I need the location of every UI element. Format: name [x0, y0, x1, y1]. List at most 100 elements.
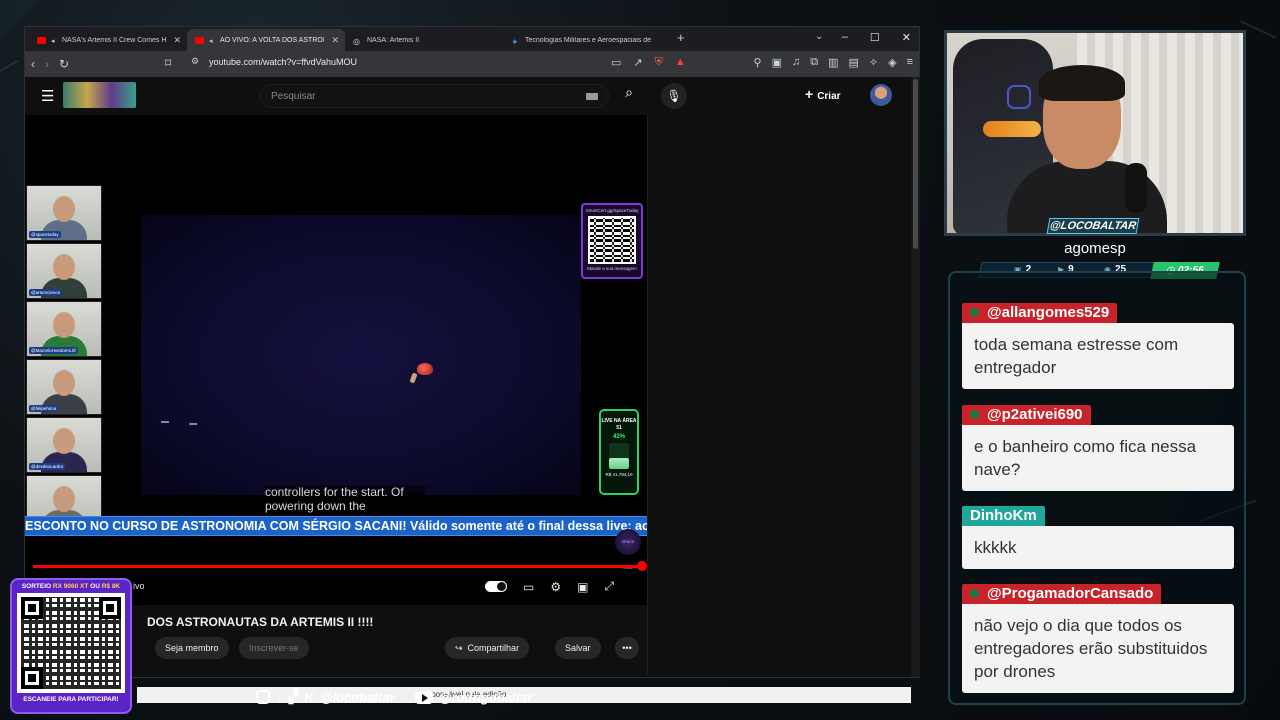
guest-head	[53, 196, 75, 222]
autoplay-toggle[interactable]	[485, 581, 507, 592]
vpn-icon[interactable]: ◈	[888, 56, 896, 69]
chat-message: @allangomes529 toda semana estresse com e…	[962, 303, 1234, 389]
video-player[interactable]: @spacetoday @arturscience @MarceloHoedoms.…	[25, 115, 647, 605]
reload-icon[interactable]: ↻	[59, 57, 69, 71]
tab-ao-vivo[interactable]: ◂ AO VIVO: A VOLTA DOS ASTRONAUTAS ✕	[187, 29, 345, 51]
back-icon[interactable]: ‹	[31, 57, 35, 71]
tab-nasa-artemis[interactable]: ◎ NASA: Artemis II	[345, 29, 503, 51]
star-dot	[161, 421, 169, 423]
theater-icon[interactable]: ▣	[577, 580, 588, 594]
rewards-icon[interactable]: ▲	[675, 56, 686, 69]
streamer-webcam	[944, 30, 1246, 236]
tiktok-icon: ♪	[276, 689, 283, 705]
new-tab-button[interactable]: +	[677, 30, 685, 45]
search-icon[interactable]: ⌕	[613, 84, 645, 108]
chevron-down-icon[interactable]: ⌄	[815, 31, 823, 42]
music-icon[interactable]: ♫	[792, 56, 800, 69]
settings-icon[interactable]: ⚙	[550, 580, 561, 594]
screen-icon[interactable]: ▭	[611, 56, 621, 69]
giveaway-title: SORTEIO RX 9060 XT OU R$ 8K	[12, 583, 130, 590]
giveaway-prize-2: R$ 8K	[101, 583, 121, 590]
qr-finder	[21, 667, 43, 689]
chat-message-text: kkkkk	[962, 526, 1234, 569]
badge-icon	[970, 589, 979, 598]
video-caption: controllers for the start. Of powering d…	[265, 485, 425, 513]
fullscreen-icon[interactable]: ⤢	[604, 579, 614, 594]
chat-username-text: @allangomes529	[987, 304, 1110, 321]
space-scene	[141, 215, 581, 495]
giveaway-promo: SORTEIO RX 9060 XT OU R$ 8K ESCANEIE PAR…	[10, 578, 132, 714]
close-icon[interactable]: ✕	[331, 35, 339, 46]
hamburger-icon[interactable]: ☰	[41, 87, 54, 105]
progress-bar[interactable]	[33, 561, 647, 571]
brave-shield-icon[interactable]: ⛨	[655, 56, 663, 69]
search-placeholder: Pesquisar	[271, 91, 316, 102]
guest-head	[53, 312, 75, 338]
progress-knob[interactable]	[637, 561, 647, 571]
share-button[interactable]: ↪ Compartilhar	[445, 637, 530, 659]
url-field[interactable]: youtube.com/watch?v=ffvdVahuMOU	[209, 57, 357, 67]
close-icon[interactable]: ✕	[173, 35, 181, 46]
keyboard-icon[interactable]	[586, 93, 598, 100]
chat-message: DinhoKm kkkkk	[962, 506, 1234, 569]
close-window-button[interactable]: ✕	[902, 31, 911, 44]
youtube-icon	[414, 690, 433, 704]
tab-label: NASA's Artemis II Crew Comes Home	[62, 36, 166, 44]
live-meter-bar	[609, 443, 629, 469]
minimize-button[interactable]: –	[842, 31, 848, 44]
instagram-icon	[256, 690, 270, 704]
maximize-button[interactable]: ☐	[870, 31, 880, 44]
chair-logo	[1007, 85, 1031, 109]
channel-logo[interactable]	[63, 82, 136, 108]
menu-icon[interactable]: ≡	[907, 56, 913, 69]
search-input[interactable]: Pesquisar	[259, 84, 609, 108]
guest-cam: @spacetoday	[26, 185, 102, 241]
social-handle-1: @locobaltar	[319, 689, 395, 705]
bookmark-icon[interactable]: ⌑	[165, 56, 171, 70]
scrollbar[interactable]	[911, 77, 920, 677]
guest-name-tag: @felipehima	[29, 405, 59, 412]
qr-panel-footer: Mande a sua mensagem	[587, 266, 637, 271]
guest-cam: @felipehima	[26, 359, 102, 415]
extensions-bar: ⚲ ▣ ♫ ⧉ ▥ ▤ ✧ ◈ ≡	[754, 56, 914, 69]
streamer-subtitle: agomesp	[1064, 240, 1126, 257]
avatar[interactable]	[870, 84, 892, 106]
sidebar-icon[interactable]: ▥	[828, 56, 838, 69]
save-button[interactable]: Salvar	[555, 637, 601, 659]
create-button[interactable]: + Criar	[805, 86, 841, 102]
subscribe-button[interactable]: Inscrever-se	[239, 637, 309, 659]
wallet-icon[interactable]: ▤	[848, 56, 858, 69]
chat-username: DinhoKm	[962, 506, 1045, 526]
scroll-thumb[interactable]	[913, 79, 918, 249]
tab-search-icon[interactable]: ▣	[772, 56, 782, 69]
chat-panel: @allangomes529 toda semana estresse com e…	[948, 271, 1246, 705]
window-controls: – ☐ ✕	[842, 31, 911, 44]
share-icon[interactable]: ↗	[633, 56, 642, 69]
share-icon: ↪	[455, 643, 463, 653]
more-icon[interactable]: •••	[615, 637, 639, 659]
guest-cams: @spacetoday @arturscience @MarceloHoedoms.…	[26, 185, 102, 533]
live-meter-value: R$ 41.794,10	[605, 472, 633, 477]
tab-nasa-crew[interactable]: ◂ NASA's Artemis II Crew Comes Home ✕	[29, 29, 187, 51]
streamer-handle: @LOCOBALTAR	[1046, 218, 1140, 234]
copy-icon[interactable]: ⧉	[810, 56, 818, 69]
live-meter: LIVE NA ÁREA 51 42% R$ 41.794,10	[599, 409, 639, 495]
giveaway-mid: OU	[88, 583, 102, 590]
join-button[interactable]: Seja membro	[155, 637, 229, 659]
site-settings-icon[interactable]: ⚙	[191, 56, 199, 67]
leo-icon[interactable]: ✧	[869, 56, 878, 69]
badge-icon	[970, 308, 979, 317]
forward-icon[interactable]: ›	[45, 57, 49, 71]
qr-finder	[99, 597, 121, 619]
chat-message: @p2ativei690 e o banheiro como fica nessa…	[962, 405, 1234, 491]
kick-icon: K	[304, 689, 314, 705]
tab-tecnologias[interactable]: ✦ Tecnologias Militares e Aeroespaciais …	[503, 29, 661, 51]
mic-icon[interactable]: 🎙	[661, 83, 687, 109]
speaker-icon: ◂	[209, 37, 213, 45]
extensions-icon[interactable]: ⚲	[754, 56, 762, 69]
tab-label: Tecnologias Militares e Aeroespaciais de…	[525, 36, 653, 44]
giveaway-qr-code	[17, 593, 125, 693]
chat-username: @p2ativei690	[962, 405, 1091, 425]
subtitles-icon[interactable]: ▭	[523, 580, 534, 594]
share-label: Compartilhar	[467, 643, 520, 653]
